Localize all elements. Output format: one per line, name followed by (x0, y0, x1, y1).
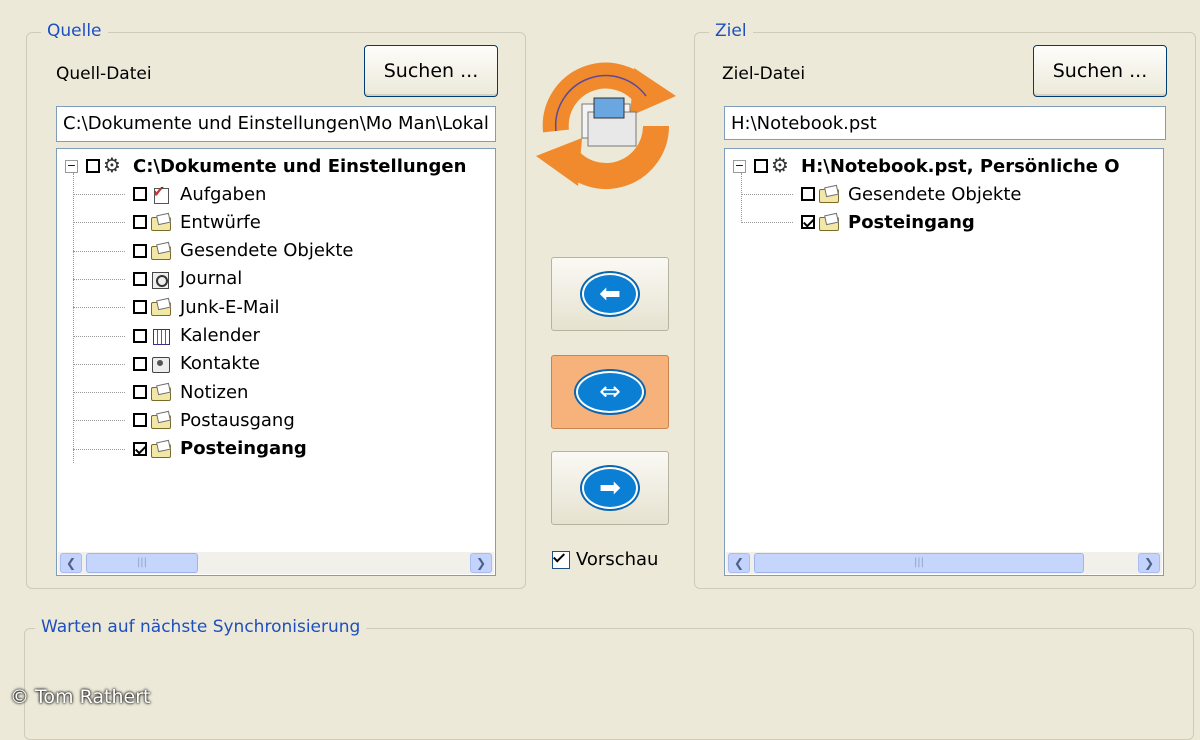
preview-checkbox[interactable] (552, 550, 570, 569)
target-root-checkbox[interactable] (754, 159, 768, 173)
source-item-checkbox[interactable] (133, 243, 147, 258)
source-tree-item[interactable]: Postausgang (133, 407, 295, 433)
source-item-label: Junk-E-Mail (180, 296, 280, 318)
mailbox-icon (103, 153, 125, 177)
source-item-checkbox[interactable] (133, 328, 147, 343)
source-item-checkbox[interactable] (133, 187, 147, 201)
source-file-label: Quell-Datei (56, 64, 152, 84)
source-item-label: Kontakte (180, 353, 260, 375)
target-horizontal-scrollbar[interactable]: ❮ ||| ❯ (726, 552, 1162, 574)
folder-icon (150, 411, 172, 430)
source-root-label: C:\Dokumente und Einstellungen (133, 155, 467, 177)
source-item-checkbox[interactable] (133, 215, 147, 230)
scroll-right-icon[interactable]: ❯ (1138, 553, 1160, 573)
contacts-icon (150, 355, 172, 373)
journal-icon (150, 270, 172, 289)
source-search-button[interactable]: Suchen ... (364, 45, 498, 97)
sync-right-button[interactable]: ➡ (551, 451, 669, 525)
source-item-label: Journal (180, 268, 243, 290)
source-item-checkbox[interactable] (133, 385, 147, 400)
source-tree-item[interactable]: Gesendete Objekte (133, 238, 353, 264)
target-tree-item[interactable]: Posteingang (801, 209, 975, 235)
source-item-label: Posteingang (180, 438, 307, 460)
sync-logo-icon (526, 56, 686, 196)
status-group-title: Warten auf nächste Synchronisierung (35, 617, 367, 637)
folder-icon (818, 185, 840, 203)
source-tree-item[interactable]: Junk-E-Mail (133, 294, 279, 320)
notes-icon (150, 383, 172, 402)
target-path-input[interactable]: H:\Notebook.pst (724, 106, 1166, 140)
target-item-checkbox[interactable] (801, 187, 815, 201)
scroll-left-icon[interactable]: ❮ (60, 553, 82, 573)
scroll-left-icon[interactable]: ❮ (728, 553, 750, 573)
calendar-icon (150, 327, 172, 345)
source-tree-item[interactable]: Notizen (133, 379, 248, 405)
source-tree-item[interactable]: Aufgaben (133, 181, 266, 207)
source-tree-item[interactable]: Kalender (133, 323, 260, 349)
source-group-title: Quelle (41, 21, 108, 41)
mailbox-icon (771, 153, 793, 177)
source-item-label: Aufgaben (180, 183, 267, 205)
tasks-icon (150, 182, 172, 204)
folder-icon (150, 298, 172, 317)
source-folder-tree[interactable]: − C:\Dokumente und Einstellungen Aufgabe… (56, 148, 496, 576)
target-tree-item[interactable]: Gesendete Objekte (801, 181, 1021, 207)
source-horizontal-scrollbar[interactable]: ❮ ||| ❯ (58, 552, 494, 574)
target-root-label: H:\Notebook.pst, Persönliche O (801, 155, 1120, 177)
source-item-label: Gesendete Objekte (180, 240, 354, 262)
arrow-right-icon: ➡ (582, 467, 638, 509)
collapse-icon[interactable]: − (733, 159, 746, 173)
target-tree-root[interactable]: − H:\Notebook.pst, Persönliche O (733, 153, 1120, 179)
arrow-both-icon: ⇔ (576, 371, 644, 413)
source-path-input[interactable]: C:\Dokumente und Einstellungen\Mo Man\Lo… (56, 106, 496, 142)
sync-both-button[interactable]: ⇔ (551, 355, 669, 429)
folder-icon (150, 213, 172, 232)
status-group: Warten auf nächste Synchronisierung (24, 617, 1194, 740)
scroll-right-icon[interactable]: ❯ (470, 553, 492, 573)
copyright-text: © Tom Rathert (10, 686, 151, 708)
source-tree-item[interactable]: Entwürfe (133, 209, 261, 235)
target-search-button[interactable]: Suchen ... (1033, 45, 1167, 97)
source-tree-root[interactable]: − C:\Dokumente und Einstellungen (65, 153, 466, 179)
collapse-icon[interactable]: − (65, 159, 78, 173)
inbox-icon (150, 440, 172, 458)
preview-label: Vorschau (576, 549, 659, 570)
source-item-checkbox[interactable] (133, 441, 147, 456)
target-file-label: Ziel-Datei (722, 64, 806, 84)
folder-icon (150, 242, 172, 260)
target-item-label: Gesendete Objekte (848, 183, 1022, 205)
target-group-title: Ziel (709, 21, 753, 41)
source-item-label: Entwürfe (180, 211, 261, 233)
source-item-label: Kalender (180, 325, 260, 346)
source-root-checkbox[interactable] (86, 159, 100, 173)
source-tree-item[interactable]: Journal (133, 266, 242, 292)
source-item-label: Postausgang (180, 409, 295, 431)
target-item-label: Posteingang (848, 211, 975, 233)
source-item-checkbox[interactable] (133, 356, 147, 371)
sync-left-button[interactable]: ⬅ (551, 257, 669, 331)
inbox-icon (818, 213, 840, 232)
source-item-checkbox[interactable] (133, 300, 147, 315)
source-tree-item[interactable]: Kontakte (133, 351, 260, 377)
source-item-checkbox[interactable] (133, 413, 147, 428)
target-folder-tree[interactable]: − H:\Notebook.pst, Persönliche O Gesende… (724, 148, 1164, 576)
source-item-label: Notizen (180, 381, 249, 403)
target-item-checkbox[interactable] (801, 215, 815, 230)
source-item-checkbox[interactable] (133, 271, 147, 286)
scroll-thumb[interactable]: ||| (754, 553, 1084, 573)
arrow-left-icon: ⬅ (582, 273, 638, 315)
preview-checkbox-row[interactable]: Vorschau (552, 549, 658, 570)
source-tree-item[interactable]: Posteingang (133, 436, 307, 462)
scroll-thumb[interactable]: ||| (86, 553, 198, 573)
